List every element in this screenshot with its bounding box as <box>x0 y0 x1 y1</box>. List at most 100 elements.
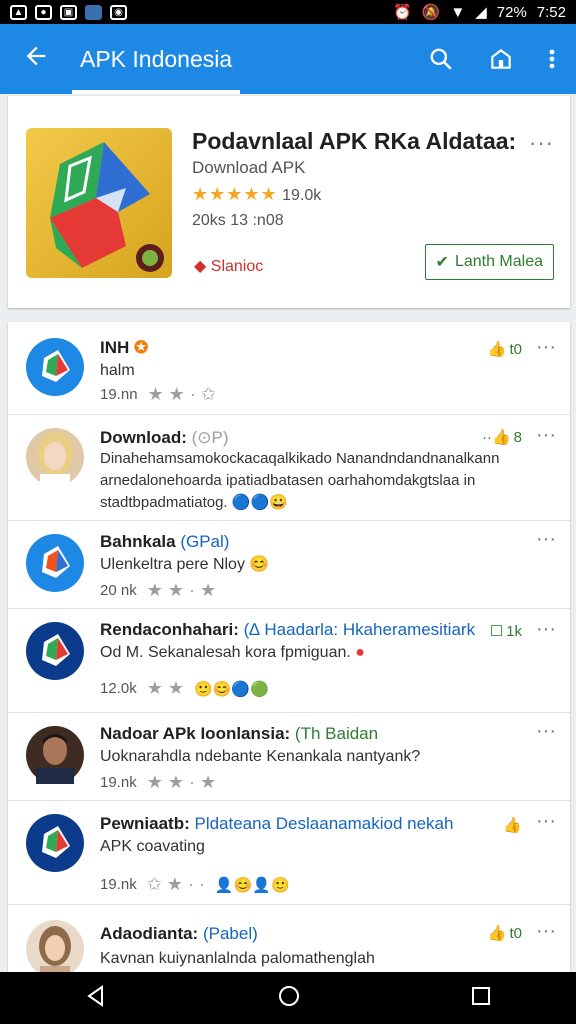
like-count: 1k <box>506 622 522 640</box>
comment-more-button[interactable]: ··· <box>536 336 556 359</box>
comment-text-content: Od M. Sekanalesah kora fpmiguan. <box>100 644 351 661</box>
app-detail-card: Podavnlaal APK RKa Aldataa: ··· Download… <box>8 96 570 308</box>
navigation-bar <box>0 972 576 1024</box>
comment-text: Ulenkeltra pere Nloy 😊 <box>100 554 550 576</box>
comment-item[interactable]: Bahnkala (GPal) Ulenkeltra pere Nloy 😊 2… <box>8 520 570 609</box>
emoji-icon: 🙂😊🔵🟢 <box>193 680 269 698</box>
wifi-icon: ▼ <box>450 3 466 21</box>
commenter-tag: Pldateana Deslaanamakiod nekah <box>194 814 454 833</box>
comment-meta: 12.0k ★ ★ 🙂😊🔵🟢 <box>100 678 269 699</box>
install-button-label: Lanth Malea <box>454 253 543 270</box>
star-rating-icon: ★★★★★ <box>192 184 278 204</box>
like-button[interactable]: ··👍 8 <box>482 428 522 447</box>
back-nav-button[interactable] <box>84 984 108 1013</box>
emoji-icon: 👤😊👤🙂 <box>214 876 290 894</box>
check-icon: ✔ <box>435 254 449 271</box>
gallery-icon: ▲ <box>10 4 27 20</box>
commenter-tag: (∆ Haadarla: Hkaheramesitiark <box>243 620 476 639</box>
like-button[interactable]: 👍 <box>503 816 522 834</box>
comment-time: 19.nk <box>100 774 137 791</box>
star-rating-icon: ★ ★ · ✩ <box>147 384 216 404</box>
star-rating-icon: ★ ★ · ★ <box>146 772 217 792</box>
commenter-name: Adaodianta: (Pabel) <box>100 924 258 944</box>
comment-more-button[interactable]: ··· <box>536 920 556 943</box>
like-count: t0 <box>509 924 522 942</box>
comment-time: 19.nn <box>100 386 138 403</box>
avatar <box>26 534 84 592</box>
camera-icon: ◉ <box>110 4 127 20</box>
comment-item[interactable]: Download: (⊙P) Dinahehamsamokockacaqalki… <box>8 414 570 521</box>
like-count: t0 <box>509 340 522 358</box>
recents-nav-button[interactable] <box>470 985 492 1012</box>
emoji-icon: 😊 <box>249 556 270 573</box>
comment-time: 12.0k <box>100 680 137 697</box>
clock: 7:52 <box>536 3 566 21</box>
thumbs-up-icon: 👍 <box>503 817 522 834</box>
rating-count: 19.0k <box>282 187 322 204</box>
app-icon <box>85 4 102 20</box>
comment-text: halm <box>100 362 135 379</box>
commenter-name: Rendaconhahari: (∆ Haadarla: Hkaheramesi… <box>100 620 475 640</box>
install-button[interactable]: ✔ Lanth Malea <box>424 244 554 280</box>
avatar <box>26 920 84 972</box>
comment-more-button[interactable]: ··· <box>536 810 556 833</box>
home-nav-button[interactable] <box>277 984 301 1013</box>
commenter-name-text: Adaodianta: <box>100 924 199 943</box>
back-button[interactable] <box>0 42 72 77</box>
back-triangle-icon <box>87 984 104 1007</box>
commenter-tag: (⊙P) <box>191 428 229 447</box>
like-button[interactable]: 👍 t0 <box>488 924 522 943</box>
comment-item[interactable]: Pewniaatb: Pldateana Deslaanamakiod neka… <box>8 800 570 905</box>
app-logo <box>26 128 172 278</box>
commenter-name-text: Rendaconhahari: <box>100 620 239 639</box>
app-title: Podavnlaal APK RKa Aldataa: <box>192 128 517 154</box>
star-rating-icon: ★ ★ · ★ <box>146 580 217 600</box>
commenter-name: INH ✪ <box>100 338 148 358</box>
comment-text: Dinahehamsamokockacaqalkikado Nanandndan… <box>100 448 550 514</box>
search-button[interactable] <box>428 46 454 72</box>
alarm-icon: ⏰ <box>392 4 412 21</box>
app-more-button[interactable]: ··· <box>529 130 554 156</box>
commenter-name: Bahnkala (GPal) <box>100 532 229 552</box>
avatar <box>26 428 84 486</box>
comment-more-button[interactable]: ··· <box>536 720 556 743</box>
comment-item[interactable]: Adaodianta: (Pabel) Kavnan kuiynanlalnda… <box>8 904 570 972</box>
comment-meta: 19.nk ★ ★ · ★ <box>100 772 216 793</box>
commenter-name-text: Pewniaatb: <box>100 814 190 833</box>
home-circle-icon <box>278 985 299 1006</box>
comment-more-button[interactable]: ··· <box>536 528 556 551</box>
emoji-icon: 🔵🔵😀 <box>231 494 288 511</box>
comment-item[interactable]: Nadoar APk Ioonlansia: (Th Baidan Uoknar… <box>8 712 570 801</box>
comment-more-button[interactable]: ··· <box>536 618 556 641</box>
thumbs-up-icon: 👍 <box>487 341 507 358</box>
photo-icon: ▣ <box>60 4 77 20</box>
commenter-name: Download: (⊙P) <box>100 428 229 448</box>
like-button[interactable]: 👍 t0 <box>487 340 522 359</box>
search-icon <box>430 48 452 70</box>
comment-more-button[interactable]: ··· <box>536 424 556 447</box>
like-button[interactable]: ☐ 1k <box>490 622 522 641</box>
comment-text: Uoknarahdla ndebante Kenankala nantyank? <box>100 748 421 765</box>
battery-percent: 72% <box>496 3 527 21</box>
messenger-icon: ● <box>35 4 52 20</box>
comment-item[interactable]: Rendaconhahari: (∆ Haadarla: Hkaheramesi… <box>8 608 570 713</box>
app-tag[interactable]: ◆ Slanioc <box>194 256 263 276</box>
comment-text: APK coavating <box>100 838 205 855</box>
avatar <box>26 814 84 872</box>
home-button[interactable] <box>488 46 514 72</box>
comment-meta: 19.nn ★ ★ · ✩ <box>100 384 216 405</box>
app-bar: APK Indonesia <box>0 24 576 94</box>
commenter-name: Nadoar APk Ioonlansia: (Th Baidan <box>100 724 378 744</box>
avatar <box>26 726 84 784</box>
overflow-menu-button[interactable] <box>548 47 556 71</box>
avatar <box>26 338 84 396</box>
comment-text-content: Ulenkeltra pere Nloy <box>100 556 245 573</box>
emoji-icon: ● <box>355 644 365 661</box>
home-icon <box>491 48 511 69</box>
comment-list: INH ✪ halm 19.nn ★ ★ · ✩ 👍 t0 ··· Downlo… <box>8 322 570 972</box>
tag-icon: ◆ <box>194 258 207 275</box>
app-size: 20ks 13 :n08 <box>192 212 284 229</box>
comment-text-content: Dinahehamsamokockacaqalkikado Nanandndan… <box>100 450 500 511</box>
avatar <box>26 622 84 680</box>
comment-item[interactable]: INH ✪ halm 19.nn ★ ★ · ✩ 👍 t0 ··· <box>8 322 570 415</box>
